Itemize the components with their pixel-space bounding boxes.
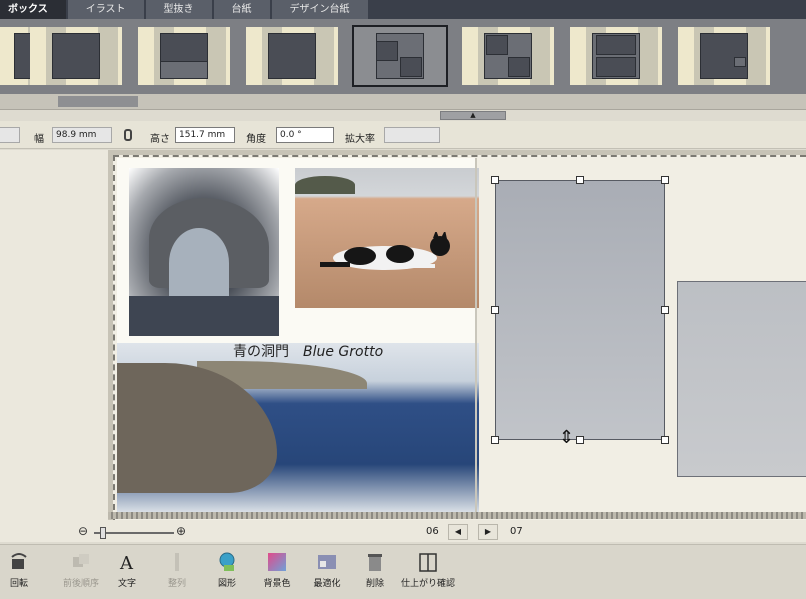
text-button[interactable]: A 文字 bbox=[102, 551, 152, 589]
height-field[interactable]: 151.7 mm bbox=[175, 127, 235, 143]
caption-english: Blue Grotto bbox=[303, 344, 384, 360]
align-button[interactable]: 整列 bbox=[152, 551, 202, 589]
tab-illust[interactable]: イラスト bbox=[67, 0, 144, 19]
resize-handle[interactable] bbox=[661, 306, 669, 314]
category-tabs: ボックス イラスト 型抜き 台紙 デザイン台紙 bbox=[0, 0, 806, 19]
arch-opening bbox=[169, 228, 229, 298]
rotate-label: 回転 bbox=[9, 579, 28, 589]
background-color-icon bbox=[268, 553, 286, 571]
template-thumb[interactable] bbox=[462, 27, 554, 85]
svg-text:A: A bbox=[119, 553, 134, 573]
selected-photo-box[interactable] bbox=[495, 180, 665, 440]
x-field[interactable] bbox=[0, 127, 20, 143]
angle-field[interactable]: 0.0 ° bbox=[276, 127, 334, 143]
bottom-toolbar: 回転 前後順序 A 文字 整列 図形 背景色 最適化 削除 仕上がり確認 bbox=[0, 544, 806, 599]
prev-page-button[interactable]: ◀ bbox=[448, 524, 468, 540]
optimize-button[interactable]: 最適化 bbox=[302, 551, 352, 589]
page-divider bbox=[475, 158, 477, 516]
photo-caption[interactable]: 青の洞門 Blue Grotto bbox=[233, 341, 383, 361]
resize-handle[interactable] bbox=[576, 176, 584, 184]
sea-area bbox=[129, 296, 279, 336]
caption-japanese: 青の洞門 bbox=[233, 344, 289, 360]
align-label: 整列 bbox=[167, 579, 186, 589]
order-icon bbox=[73, 554, 89, 567]
order-button[interactable]: 前後順序 bbox=[56, 551, 106, 589]
next-page-button[interactable]: ▶ bbox=[478, 524, 498, 540]
tab-cutout[interactable]: 型抜き bbox=[145, 0, 212, 19]
rotate-button[interactable]: 回転 bbox=[0, 551, 44, 589]
preview-label: 仕上がり確認 bbox=[400, 579, 455, 589]
template-thumb[interactable] bbox=[678, 27, 770, 85]
preview-button[interactable]: 仕上がり確認 bbox=[400, 551, 456, 589]
zoom-track[interactable] bbox=[94, 532, 174, 534]
template-thumb[interactable] bbox=[570, 27, 662, 85]
zoom-out-icon[interactable]: ⊖ bbox=[78, 524, 88, 538]
optimize-label: 最適化 bbox=[313, 579, 341, 589]
tab-mount[interactable]: 台紙 bbox=[213, 0, 270, 19]
zoom-in-icon[interactable]: ⊕ bbox=[176, 524, 186, 538]
workspace: 青の洞門 Blue Grotto ⇕ bbox=[0, 150, 806, 542]
scale-label: 拡大率 bbox=[345, 134, 375, 145]
trees bbox=[295, 176, 355, 194]
zoom-slider-knob[interactable] bbox=[100, 527, 106, 539]
resize-handle[interactable] bbox=[491, 306, 499, 314]
angle-label: 角度 bbox=[246, 134, 266, 145]
scrollbar-thumb[interactable] bbox=[58, 96, 138, 107]
template-thumb-selected[interactable] bbox=[352, 25, 448, 87]
collapse-handle[interactable]: ▲ bbox=[440, 111, 506, 120]
resize-handle[interactable] bbox=[491, 176, 499, 184]
resize-handle[interactable] bbox=[661, 436, 669, 444]
width-label: 幅 bbox=[34, 134, 44, 145]
cat-figure bbox=[320, 232, 450, 270]
photo-box-empty[interactable] bbox=[677, 281, 806, 477]
order-label: 前後順序 bbox=[62, 579, 99, 589]
text-label: 文字 bbox=[117, 579, 136, 589]
tab-design-mount[interactable]: デザイン台紙 bbox=[271, 0, 368, 19]
left-page-number: 06 bbox=[426, 526, 439, 537]
template-thumb[interactable] bbox=[138, 27, 230, 85]
background-color-button[interactable]: 背景色 bbox=[252, 551, 302, 589]
width-field[interactable]: 98.9 mm bbox=[52, 127, 112, 143]
photo-grotto[interactable] bbox=[129, 168, 279, 336]
resize-handle[interactable] bbox=[661, 176, 669, 184]
background-color-label: 背景色 bbox=[263, 579, 291, 589]
text-icon: A bbox=[119, 553, 134, 573]
height-label: 高さ bbox=[150, 134, 170, 145]
template-thumb[interactable] bbox=[246, 27, 338, 85]
spread-bottom-edge bbox=[108, 512, 806, 519]
link-ratio-icon[interactable] bbox=[124, 129, 132, 141]
template-scrollbar[interactable] bbox=[0, 94, 806, 110]
property-bar: 幅 98.9 mm 高さ 151.7 mm 角度 0.0 ° 拡大率 bbox=[0, 121, 806, 149]
tab-box[interactable]: ボックス bbox=[0, 0, 66, 19]
rotate-icon bbox=[11, 553, 27, 569]
shape-button[interactable]: 図形 bbox=[202, 551, 252, 589]
photo-cat[interactable] bbox=[295, 168, 479, 308]
zoom-control: ⊖ ⊕ bbox=[78, 524, 198, 540]
template-thumb[interactable] bbox=[30, 27, 122, 85]
align-icon bbox=[175, 553, 179, 571]
left-page[interactable]: 青の洞門 Blue Grotto bbox=[117, 158, 479, 516]
resize-handle[interactable] bbox=[576, 436, 584, 444]
trash-icon bbox=[368, 554, 382, 571]
scale-field[interactable] bbox=[384, 127, 440, 143]
book-preview-icon bbox=[419, 553, 437, 572]
photo-coast[interactable] bbox=[117, 343, 479, 516]
right-page-number: 07 bbox=[510, 526, 523, 537]
page-spread: 青の洞門 Blue Grotto ⇕ bbox=[108, 150, 806, 520]
shape-label: 図形 bbox=[217, 579, 236, 589]
delete-label: 削除 bbox=[365, 579, 384, 589]
vertical-resize-cursor-icon: ⇕ bbox=[559, 427, 575, 448]
resize-handle[interactable] bbox=[491, 436, 499, 444]
optimize-icon bbox=[318, 555, 336, 569]
template-strip bbox=[0, 19, 806, 94]
shape-icon bbox=[219, 552, 235, 571]
delete-button[interactable]: 削除 bbox=[350, 551, 400, 589]
app-window: ボックス イラスト 型抜き 台紙 デザイン台紙 ▲ 幅 98.9 mm 高さ 1… bbox=[0, 0, 806, 599]
